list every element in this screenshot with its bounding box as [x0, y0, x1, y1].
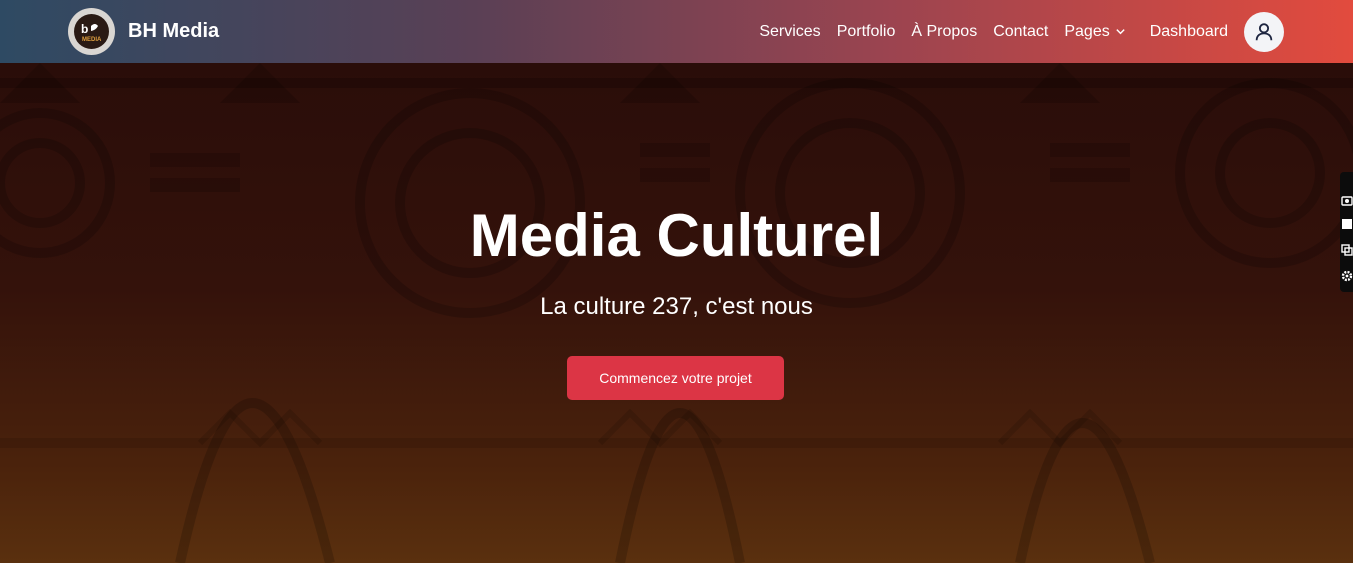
- hero-section: Media Culturel La culture 237, c'est nou…: [0, 63, 1353, 563]
- chevron-down-icon: [1116, 29, 1125, 35]
- nav-services[interactable]: Services: [759, 23, 820, 41]
- nav-dashboard[interactable]: Dashboard: [1150, 23, 1228, 41]
- brand-name: BH Media: [128, 20, 220, 42]
- hero-title: Media Culturel: [469, 202, 884, 269]
- user-account-button[interactable]: [1244, 12, 1284, 52]
- logo-mark-icon: b MEDIA: [81, 22, 102, 43]
- user-icon: [1255, 23, 1273, 41]
- side-toolbar: [1340, 172, 1353, 292]
- hero-subtitle: La culture 237, c'est nous: [540, 293, 813, 320]
- nav-pages-label: Pages: [1064, 22, 1110, 40]
- copy-icon[interactable]: [1341, 244, 1353, 256]
- nav-a-propos[interactable]: À Propos: [911, 23, 977, 41]
- brand-logo: b MEDIA: [68, 8, 115, 55]
- square-icon[interactable]: [1341, 218, 1353, 230]
- main-nav: Services Portfolio À Propos Contact Page…: [743, 0, 1228, 63]
- gear-icon[interactable]: [1341, 270, 1353, 282]
- start-project-button[interactable]: Commencez votre projet: [567, 356, 784, 400]
- navbar: b MEDIA BH Media Services Portfolio À Pr…: [0, 0, 1353, 63]
- nav-contact[interactable]: Contact: [993, 23, 1048, 41]
- svg-text:b: b: [81, 22, 88, 36]
- camera-icon[interactable]: [1341, 194, 1353, 206]
- svg-text:MEDIA: MEDIA: [82, 37, 102, 43]
- nav-portfolio[interactable]: Portfolio: [837, 23, 896, 41]
- nav-pages-dropdown[interactable]: Pages: [1064, 23, 1125, 41]
- brand-link[interactable]: b MEDIA BH Media: [68, 8, 219, 55]
